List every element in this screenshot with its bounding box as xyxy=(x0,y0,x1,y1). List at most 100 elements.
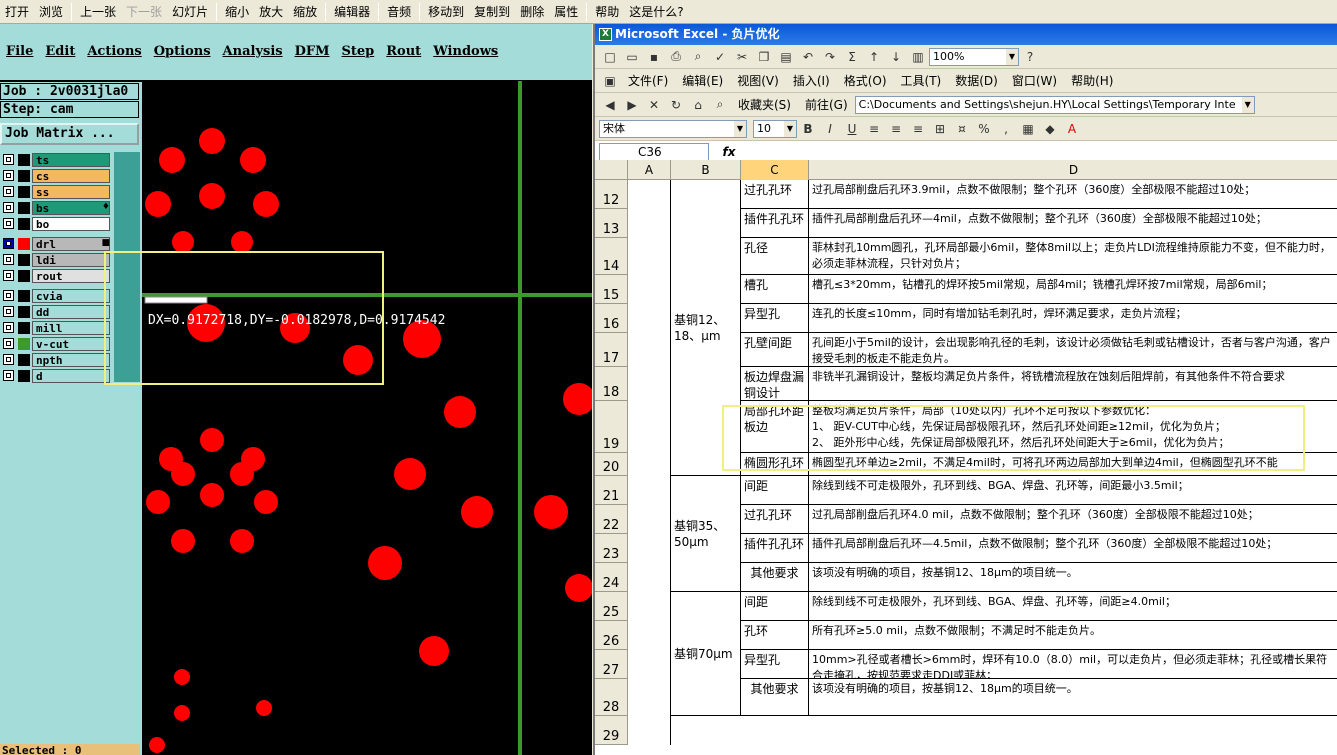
redo-icon[interactable]: ↷ xyxy=(820,48,840,66)
sum-icon[interactable]: Σ xyxy=(842,48,862,66)
cell-a[interactable] xyxy=(628,563,671,592)
address-field[interactable]: C:\Documents and Settings\shejun.HY\Loca… xyxy=(854,95,1255,114)
row-header[interactable]: 27 xyxy=(595,650,628,679)
fill-color-icon[interactable]: ◆ xyxy=(1040,120,1060,138)
cell-d[interactable]: 该项没有明确的项目，按基铜12、18μm的项目统一。 xyxy=(809,563,1337,592)
cell-c[interactable]: 间距 xyxy=(741,476,809,505)
underline-icon[interactable]: U xyxy=(842,120,862,138)
cam-menu-item[interactable]: Actions xyxy=(81,40,147,64)
cell-d[interactable]: 插件孔局部削盘后孔环—4mil，点数不做限制；整个孔环（360度）全部极限不能超… xyxy=(809,209,1337,238)
copy-icon[interactable]: ❐ xyxy=(754,48,774,66)
cell-d[interactable]: 椭圆型孔环单边≥2mil，不满足4mil时，可将孔环两边局部加大到单边4mil，… xyxy=(809,453,1337,476)
row-header[interactable]: 19 xyxy=(595,401,628,453)
column-header[interactable]: D xyxy=(809,160,1337,180)
cell-d[interactable]: 连孔的长度≤10mm，同时有增加钻毛刺孔时，焊环满足要求，走负片流程； xyxy=(809,304,1337,333)
cell-d[interactable]: 插件孔局部削盘后孔环—4.5mil，点数不做限制；整个孔环（360度）全部极限不… xyxy=(809,534,1337,563)
layer-checkbox[interactable] xyxy=(3,370,14,381)
refresh-icon[interactable]: ↻ xyxy=(666,96,686,114)
layer-row[interactable]: npth xyxy=(0,352,140,367)
help-icon[interactable]: ? xyxy=(1020,48,1040,66)
excel-menu-item[interactable]: 格式(O) xyxy=(837,72,894,89)
group-cell-b[interactable]: 基铜70μm xyxy=(671,592,741,716)
chart-icon[interactable]: ▥ xyxy=(908,48,928,66)
row-header[interactable]: 28 xyxy=(595,679,628,716)
excel-menu-item[interactable]: 窗口(W) xyxy=(1005,72,1064,89)
cell-d[interactable]: 整板均满足负片条件，局部（10处以内）孔环不足可按以下参数优化： 1、 距V-C… xyxy=(809,401,1337,453)
forward-icon[interactable]: ▶ xyxy=(622,96,642,114)
align-left-icon[interactable]: ≡ xyxy=(864,120,884,138)
align-right-icon[interactable]: ≡ xyxy=(908,120,928,138)
layer-checkbox[interactable] xyxy=(3,290,14,301)
row-header[interactable]: 26 xyxy=(595,621,628,650)
row-header[interactable]: 24 xyxy=(595,563,628,592)
layer-row[interactable]: ss xyxy=(0,184,140,199)
cell-d[interactable]: 非铣半孔漏铜设计，整板均满足负片条件，将铣槽流程放在蚀刻后阻焊前，有其他条件不符… xyxy=(809,367,1337,401)
sort-asc-icon[interactable]: ↑ xyxy=(864,48,884,66)
row-header[interactable]: 12 xyxy=(595,180,628,209)
borders-icon[interactable]: ▦ xyxy=(1018,120,1038,138)
undo-icon[interactable]: ↶ xyxy=(798,48,818,66)
cell-d[interactable]: 所有孔环≥5.0 mil，点数不做限制；不满足时不能走负片。 xyxy=(809,621,1337,650)
layer-row[interactable]: drl ■ xyxy=(0,236,140,251)
toolbar-button[interactable]: 幻灯片 xyxy=(167,1,213,23)
cell-a[interactable] xyxy=(628,476,671,505)
layer-row[interactable]: d xyxy=(0,368,140,383)
open-icon[interactable]: ▭ xyxy=(622,48,642,66)
layer-checkbox[interactable] xyxy=(3,354,14,365)
toolbar-button[interactable]: 音频 xyxy=(382,1,416,23)
font-color-icon[interactable]: A xyxy=(1062,120,1082,138)
toolbar-button[interactable]: 删除 xyxy=(515,1,549,23)
cell-c[interactable]: 孔壁间距 xyxy=(741,333,809,367)
cell-d[interactable]: 槽孔≤3*20mm，钻槽孔的焊环按5mil常规，局部4mil；铣槽孔焊环按7mi… xyxy=(809,275,1337,304)
layer-row[interactable]: v-cut xyxy=(0,336,140,351)
cam-menu-item[interactable]: Options xyxy=(148,40,217,64)
new-icon[interactable]: □ xyxy=(600,48,620,66)
group-cell-b[interactable]: 基铜35、50μm xyxy=(671,476,741,592)
cell-c[interactable]: 间距 xyxy=(741,592,809,621)
layer-row[interactable]: rout xyxy=(0,268,140,283)
home-icon[interactable]: ⌂ xyxy=(688,96,708,114)
column-header[interactable]: B xyxy=(671,160,741,180)
column-header[interactable]: C xyxy=(741,160,809,180)
goto-menu[interactable]: 前往(G) xyxy=(798,96,855,113)
preview-icon[interactable]: ⌕ xyxy=(688,48,708,66)
cell-d[interactable]: 该项没有明确的项目，按基铜12、18μm的项目统一。 xyxy=(809,679,1337,716)
layer-row[interactable]: bs ♦ xyxy=(0,200,140,215)
layer-row[interactable]: mill xyxy=(0,320,140,335)
merge-icon[interactable]: ⊞ xyxy=(930,120,950,138)
cell-c[interactable]: 槽孔 xyxy=(741,275,809,304)
layer-row[interactable]: ts xyxy=(0,152,140,167)
save-icon[interactable]: ▪ xyxy=(644,48,664,66)
cell-a[interactable] xyxy=(628,367,671,401)
cell-d[interactable] xyxy=(809,716,1337,745)
cam-menu-item[interactable]: File xyxy=(0,40,39,64)
row-header[interactable]: 25 xyxy=(595,592,628,621)
layer-row[interactable]: ldi xyxy=(0,252,140,267)
back-icon[interactable]: ◀ xyxy=(600,96,620,114)
layer-checkbox[interactable] xyxy=(3,338,14,349)
cell-a[interactable] xyxy=(628,333,671,367)
cell-a[interactable] xyxy=(628,621,671,650)
toolbar-button[interactable]: 编辑器 xyxy=(329,1,375,23)
currency-icon[interactable]: ¤ xyxy=(952,120,972,138)
layer-checkbox[interactable] xyxy=(3,154,14,165)
toolbar-button[interactable]: 放大 xyxy=(254,1,288,23)
group-cell-b[interactable]: 基铜12、18、μm xyxy=(671,180,741,476)
cell-c[interactable]: 其他要求 xyxy=(741,679,809,716)
cell-c[interactable]: 椭圆形孔环 xyxy=(741,453,809,476)
cell-a[interactable] xyxy=(628,505,671,534)
job-matrix-button[interactable]: Job Matrix ... xyxy=(0,123,139,145)
excel-menu-item[interactable]: 数据(D) xyxy=(948,72,1005,89)
cam-menu-item[interactable]: Step xyxy=(335,40,380,64)
layer-row[interactable]: cs xyxy=(0,168,140,183)
print-icon[interactable]: ⎙ xyxy=(666,48,686,66)
cell-a[interactable] xyxy=(628,401,671,453)
layer-checkbox[interactable] xyxy=(3,218,14,229)
cell-c[interactable]: 板边焊盘漏铜设计 xyxy=(741,367,809,401)
row-header[interactable]: 29 xyxy=(595,716,628,745)
percent-icon[interactable]: % xyxy=(974,120,994,138)
cell-c[interactable]: 过孔孔环 xyxy=(741,505,809,534)
cell-a[interactable] xyxy=(628,275,671,304)
grid-corner[interactable] xyxy=(595,160,628,180)
spell-icon[interactable]: ✓ xyxy=(710,48,730,66)
